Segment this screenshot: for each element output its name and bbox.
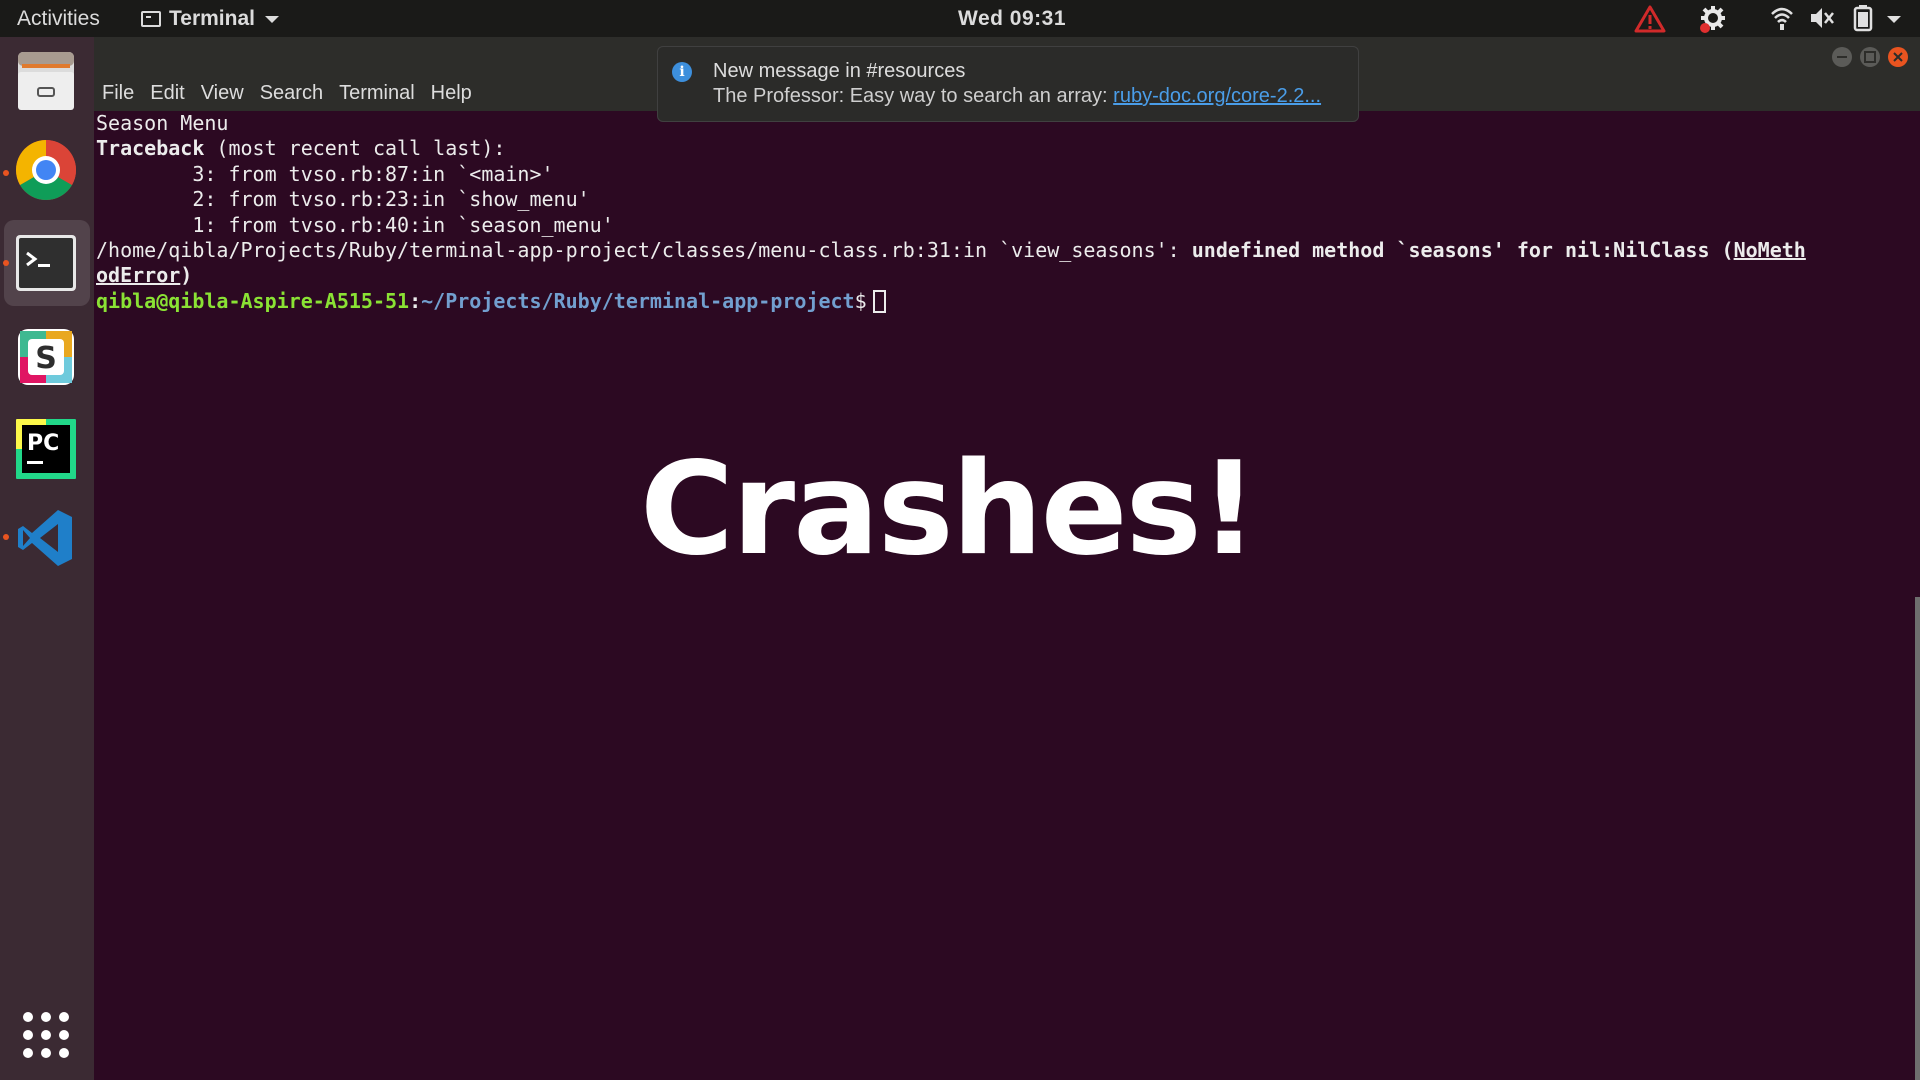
window-controls xyxy=(1832,47,1908,67)
activities-button[interactable]: Activities xyxy=(17,7,100,31)
menu-file[interactable]: File xyxy=(102,82,134,105)
vscode-icon[interactable] xyxy=(14,506,78,570)
show-applications-icon[interactable] xyxy=(14,1003,78,1067)
overlay-caption: Crashes! xyxy=(640,435,1258,584)
maximize-button[interactable] xyxy=(1860,47,1880,67)
traceback-label: Traceback xyxy=(96,136,205,161)
volume-icon[interactable] xyxy=(1808,4,1836,32)
battery-icon[interactable] xyxy=(1852,4,1874,32)
trace-frame: 3: from tvso.rb:87:in `<main>' xyxy=(96,161,554,186)
menu-help[interactable]: Help xyxy=(431,82,472,105)
running-indicator xyxy=(3,534,9,540)
svg-text:S: S xyxy=(35,341,57,376)
top-bar: Activities Terminal Wed 09:31 xyxy=(0,0,1920,37)
app-menu[interactable]: Terminal xyxy=(141,7,279,31)
output-text: (most recent call last): xyxy=(204,136,506,161)
warning-icon[interactable] xyxy=(1634,4,1666,34)
scrollbar[interactable] xyxy=(1915,597,1920,1080)
chevron-down-icon xyxy=(264,15,279,23)
output-text: Season Menu xyxy=(96,111,229,135)
prompt-separator: : xyxy=(409,288,422,313)
notification-body: The Professor: Easy way to search an arr… xyxy=(713,85,1321,108)
error-location: /home/qibla/Projects/Ruby/terminal-app-p… xyxy=(96,238,1192,263)
prompt-user: qibla@qibla-Aspire-A515-51 xyxy=(96,288,410,313)
terminal-line: /home/qibla/Projects/Ruby/terminal-app-p… xyxy=(96,238,1916,263)
terminal-line: odError) xyxy=(96,263,1916,288)
prompt-line: qibla@qibla-Aspire-A515-51:~/Projects/Ru… xyxy=(96,289,1916,314)
terminal-line: Traceback (most recent call last): xyxy=(96,136,1916,161)
terminal-cursor[interactable] xyxy=(872,289,886,313)
close-button[interactable] xyxy=(1888,47,1908,67)
minimize-button[interactable] xyxy=(1832,47,1852,67)
trace-frame: 1: from tvso.rb:40:in `season_menu' xyxy=(96,212,614,237)
notification-title: New message in #resources xyxy=(713,60,966,82)
notification-link[interactable]: ruby-doc.org/core-2.2... xyxy=(1113,85,1321,107)
slack-icon[interactable]: S xyxy=(14,325,78,389)
settings-update-icon[interactable] xyxy=(1697,4,1729,34)
terminal-line: 3: from tvso.rb:87:in `<main>' xyxy=(96,162,1916,187)
prompt-symbol: $ xyxy=(854,288,867,313)
terminal-output[interactable]: Season Menu Traceback (most recent call l… xyxy=(96,111,1916,1080)
notification-body-text: The Professor: Easy way to search an arr… xyxy=(713,85,1114,107)
maximize-icon xyxy=(1864,51,1876,63)
terminal-small-icon xyxy=(141,11,161,27)
notification-banner[interactable]: i New message in #resources The Professo… xyxy=(657,46,1359,122)
menu-search[interactable]: Search xyxy=(260,82,323,105)
close-icon xyxy=(1893,52,1903,62)
minimize-icon xyxy=(1837,56,1847,58)
error-class: NoMeth xyxy=(1733,238,1806,263)
running-indicator xyxy=(3,260,9,266)
menu-view[interactable]: View xyxy=(201,82,244,105)
terminal-line: 1: from tvso.rb:40:in `season_menu' xyxy=(96,213,1916,238)
chrome-icon[interactable] xyxy=(14,138,78,202)
app-menu-label: Terminal xyxy=(169,7,255,30)
svg-text:PC: PC xyxy=(27,431,59,456)
dock: S PC xyxy=(0,37,95,1080)
menu-terminal[interactable]: Terminal xyxy=(339,82,415,105)
error-message: ) xyxy=(180,263,193,288)
trace-frame: 2: from tvso.rb:23:in `show_menu' xyxy=(96,187,590,212)
menu-bar: File Edit View Search Terminal Help xyxy=(102,82,488,105)
pycharm-icon[interactable]: PC xyxy=(14,417,78,481)
clock[interactable]: Wed 09:31 xyxy=(958,7,1066,31)
error-message: undefined method `seasons' for nil:NilCl… xyxy=(1191,238,1734,263)
menu-edit[interactable]: Edit xyxy=(150,82,184,105)
error-class: odError xyxy=(96,263,181,288)
files-icon[interactable] xyxy=(14,50,78,114)
system-menu-caret-icon[interactable] xyxy=(1884,4,1904,32)
running-indicator xyxy=(3,170,9,176)
terminal-icon[interactable] xyxy=(14,231,78,295)
info-icon: i xyxy=(672,62,692,82)
terminal-line: 2: from tvso.rb:23:in `show_menu' xyxy=(96,187,1916,212)
prompt-path: ~/Projects/Ruby/terminal-app-project xyxy=(421,288,855,313)
wifi-icon[interactable] xyxy=(1770,4,1794,32)
